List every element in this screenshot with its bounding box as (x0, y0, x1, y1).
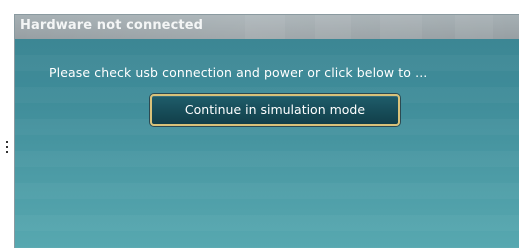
dialog-titlebar[interactable]: Hardware not connected (15, 15, 519, 39)
connection-message: Please check usb connection and power or… (49, 65, 428, 80)
dialog-title: Hardware not connected (20, 18, 204, 33)
continue-simulation-button[interactable]: Continue in simulation mode (150, 94, 400, 126)
screen: Hardware not connected Please check usb … (0, 0, 519, 248)
hardware-dialog: Hardware not connected Please check usb … (14, 14, 519, 248)
resize-grip-icon[interactable] (6, 141, 8, 157)
